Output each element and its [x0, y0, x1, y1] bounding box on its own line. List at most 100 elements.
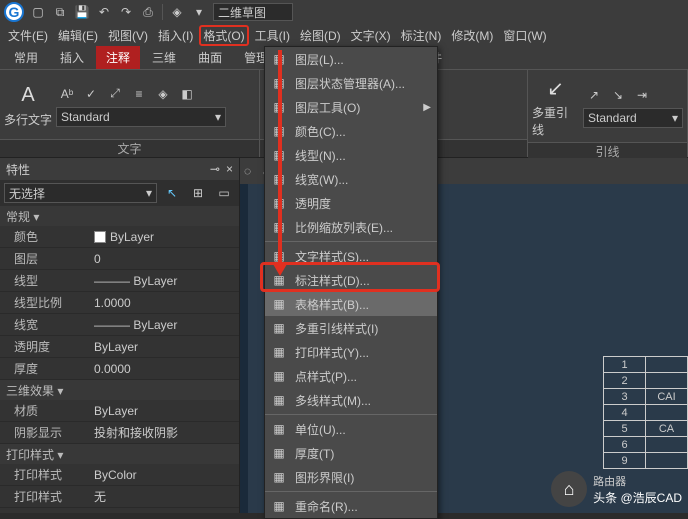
menu-item[interactable]: 窗口(W) — [499, 25, 550, 46]
menu-item[interactable]: 文字(X) — [347, 25, 395, 46]
menu-item[interactable]: ▦多重引线样式(I) — [265, 316, 437, 340]
property-group-header[interactable]: 打印样式 ▾ — [0, 444, 239, 464]
table-cell[interactable] — [646, 357, 688, 373]
property-row[interactable]: 颜色ByLayer — [0, 226, 239, 248]
property-row[interactable]: 线型——— ByLayer — [0, 270, 239, 292]
property-value[interactable]: 0 — [90, 252, 239, 266]
table-cell[interactable]: 5 — [604, 421, 646, 437]
save-icon[interactable]: 💾 — [74, 4, 90, 20]
menu-item[interactable]: ▦线宽(W)... — [265, 167, 437, 191]
table-cell[interactable] — [646, 437, 688, 453]
menu-item[interactable]: ▦厚度(T) — [265, 441, 437, 465]
ribbon-tab[interactable]: 注释 — [96, 46, 140, 69]
layers-icon[interactable]: ◈ — [152, 83, 174, 105]
menu-item[interactable]: ▦多线样式(M)... — [265, 388, 437, 412]
new-icon[interactable]: ▢ — [30, 4, 46, 20]
close-icon[interactable]: × — [226, 162, 233, 176]
scale-icon[interactable]: ⤢ — [104, 83, 126, 105]
mleader-button[interactable]: ↙ 多重引线 — [532, 74, 579, 138]
leader-tool-3[interactable]: ⇥ — [631, 84, 653, 106]
property-value[interactable]: ByLayer — [90, 340, 239, 354]
dropdown-icon[interactable]: ▾ — [191, 4, 207, 20]
property-value[interactable]: 无 — [90, 488, 239, 505]
menu-item[interactable]: ▦表格样式(B)... — [265, 292, 437, 316]
menu-item[interactable]: ▦颜色(C)... — [265, 119, 437, 143]
ribbon-tab[interactable]: 三维 — [142, 46, 186, 69]
property-value[interactable]: 1.0000 — [90, 296, 239, 310]
layers-icon[interactable]: ◈ — [169, 4, 185, 20]
menu-item[interactable]: ▦标注样式(D)... — [265, 268, 437, 292]
table-cell[interactable]: CA — [646, 421, 688, 437]
property-row[interactable]: 打印样式无 — [0, 486, 239, 508]
menu-item[interactable]: ▦比例缩放列表(E)... — [265, 215, 437, 239]
table-cell[interactable] — [646, 405, 688, 421]
table-cell[interactable]: 3 — [604, 389, 646, 405]
table-cell[interactable] — [646, 373, 688, 389]
menu-item[interactable]: 修改(M) — [447, 25, 497, 46]
property-value[interactable]: ——— ByLayer — [90, 318, 239, 332]
print-icon[interactable]: ⎙ — [140, 4, 156, 20]
property-row[interactable]: 材质ByLayer — [0, 400, 239, 422]
tab-start-icon[interactable]: ◌ — [244, 164, 251, 178]
menu-item[interactable]: ▦单位(U)... — [265, 417, 437, 441]
menu-item[interactable]: 标注(N) — [397, 25, 446, 46]
open-icon[interactable]: ⧉ — [52, 4, 68, 20]
ribbon-tab[interactable]: 插入 — [50, 46, 94, 69]
property-row[interactable]: 阴影显示投射和接收阴影 — [0, 422, 239, 444]
leader-tool-2[interactable]: ↘ — [607, 84, 629, 106]
property-row[interactable]: 线宽——— ByLayer — [0, 314, 239, 336]
property-value[interactable]: ByLayer — [90, 404, 239, 418]
table-cell[interactable]: 9 — [604, 453, 646, 469]
property-row[interactable]: 透明度ByLayer — [0, 336, 239, 358]
undo-icon[interactable]: ↶ — [96, 4, 112, 20]
redo-icon[interactable]: ↷ — [118, 4, 134, 20]
property-row[interactable]: 线型比例1.0000 — [0, 292, 239, 314]
selection-combo[interactable]: 无选择▾ — [4, 183, 157, 203]
menu-item[interactable]: ▦图形界限(I) — [265, 465, 437, 489]
qselect-icon[interactable]: ↖ — [161, 182, 183, 204]
menu-item[interactable]: 文件(E) — [4, 25, 52, 46]
menu-item[interactable]: ▦图层状态管理器(A)... — [265, 71, 437, 95]
mtext-button[interactable]: A 多行文字 — [4, 81, 52, 128]
align-icon[interactable]: ≡ — [128, 83, 150, 105]
menu-item[interactable]: ▦重命名(R)... — [265, 494, 437, 518]
property-group-header[interactable]: 常规 ▾ — [0, 206, 239, 226]
property-value[interactable]: 0.0000 — [90, 362, 239, 376]
property-group-header[interactable]: 三维效果 ▾ — [0, 380, 239, 400]
leader-tool-1[interactable]: ↗ — [583, 84, 605, 106]
ribbon-tab[interactable]: 曲面 — [188, 46, 232, 69]
spell-icon[interactable]: ✓ — [80, 83, 102, 105]
table-cell[interactable] — [646, 453, 688, 469]
select-icon[interactable]: ▭ — [213, 182, 235, 204]
menu-item[interactable]: 插入(I) — [154, 25, 197, 46]
menu-item[interactable]: ▦透明度 — [265, 191, 437, 215]
menu-item[interactable]: 格式(O) — [199, 25, 248, 46]
leader-style-combo[interactable]: Standard▾ — [583, 108, 683, 128]
table-cell[interactable]: 4 — [604, 405, 646, 421]
misc-icon[interactable]: ◧ — [176, 83, 198, 105]
workspace-input[interactable] — [213, 3, 293, 21]
table-cell[interactable]: CAI — [646, 389, 688, 405]
menu-item[interactable]: ▦线型(N)... — [265, 143, 437, 167]
menu-item[interactable]: 工具(I) — [251, 25, 294, 46]
pin-icon[interactable]: ⊸ — [210, 162, 220, 176]
table-cell[interactable]: 2 — [604, 373, 646, 389]
menu-item[interactable]: ▦图层(L)... — [265, 47, 437, 71]
menu-item[interactable]: 编辑(E) — [54, 25, 102, 46]
menu-item[interactable]: 绘图(D) — [296, 25, 345, 46]
menu-item[interactable]: ▦点样式(P)... — [265, 364, 437, 388]
property-row[interactable]: 打印样式ByColor — [0, 464, 239, 486]
menu-item[interactable]: 视图(V) — [104, 25, 152, 46]
property-value[interactable]: ByLayer — [90, 230, 239, 244]
pickadd-icon[interactable]: ⊞ — [187, 182, 209, 204]
drawing-table[interactable]: 123CAI45CA69 — [603, 356, 688, 469]
menu-item[interactable]: ▦文字样式(S)... — [265, 244, 437, 268]
text-tool-icon[interactable]: Aᵇ — [56, 83, 78, 105]
property-value[interactable]: ByColor — [90, 468, 239, 482]
property-value[interactable]: ——— ByLayer — [90, 274, 239, 288]
menu-item[interactable]: ▦图层工具(O)▶ — [265, 95, 437, 119]
ribbon-tab[interactable]: 常用 — [4, 46, 48, 69]
menu-item[interactable]: ▦打印样式(Y)... — [265, 340, 437, 364]
property-value[interactable]: 投射和接收阴影 — [90, 424, 239, 441]
table-cell[interactable]: 1 — [604, 357, 646, 373]
